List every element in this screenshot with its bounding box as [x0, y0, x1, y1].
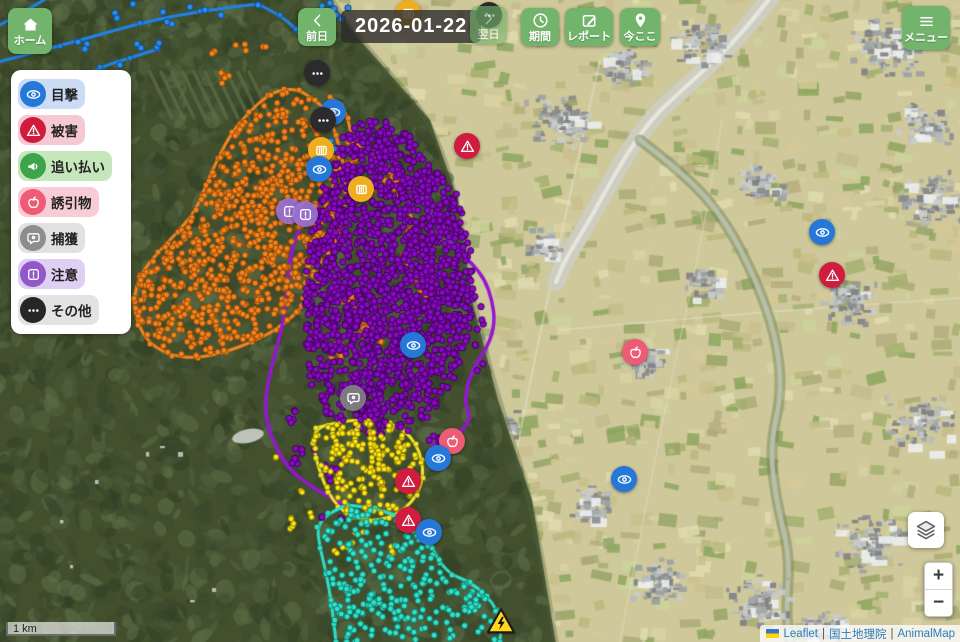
- warning-icon: [824, 267, 841, 284]
- warning-icon: [20, 117, 46, 143]
- marker-sighting[interactable]: [400, 332, 426, 358]
- report-button[interactable]: レポート: [565, 8, 613, 46]
- eye-icon: [20, 81, 46, 107]
- marker-damage[interactable]: [395, 468, 421, 494]
- eye-icon: [421, 524, 438, 541]
- attribution: Leaflet | 国土地理院 | AnimalMap: [760, 625, 960, 642]
- here-now-label: 今ここ: [624, 31, 657, 43]
- marker-electric[interactable]: [486, 606, 516, 636]
- home-label: ホーム: [14, 35, 47, 47]
- apple-icon: [627, 344, 644, 361]
- legend-label-other: その他: [51, 300, 92, 320]
- dots-icon: [20, 297, 46, 323]
- period-label: 期間: [529, 31, 551, 43]
- zoom-in-button[interactable]: +: [925, 563, 952, 590]
- legend-item-caution[interactable]: 注意: [18, 259, 85, 289]
- clock-icon: [531, 11, 550, 30]
- marker-capture[interactable]: [340, 385, 366, 411]
- next-day-button[interactable]: 翌日: [470, 6, 507, 44]
- eye-icon: [430, 450, 447, 467]
- legend-panel: 目撃被害追い払い誘引物捕獲注意その他: [11, 70, 131, 334]
- caution-icon: [20, 261, 46, 287]
- edit-icon: [580, 11, 599, 30]
- chevron-right-icon: [479, 9, 498, 28]
- megaphone-icon: [20, 153, 46, 179]
- warning-icon: [400, 512, 417, 529]
- marker-sighting[interactable]: [809, 219, 835, 245]
- layers-control[interactable]: [908, 512, 944, 548]
- caution-icon: [297, 206, 314, 223]
- cage-icon: [353, 181, 370, 198]
- prev-day-button[interactable]: 前日: [298, 8, 336, 46]
- marker-sighting[interactable]: [306, 156, 332, 182]
- bolt-warning-icon: [486, 606, 516, 636]
- marker-sighting[interactable]: [611, 466, 637, 492]
- map-canvas[interactable]: [0, 0, 960, 642]
- menu-icon: [917, 12, 936, 31]
- legend-item-attract[interactable]: 誘引物: [18, 187, 99, 217]
- marker-damage[interactable]: [454, 133, 480, 159]
- gsi-link[interactable]: 国土地理院: [829, 626, 887, 642]
- menu-button[interactable]: メニュー: [902, 6, 950, 50]
- dots-icon: [309, 65, 326, 82]
- speech-icon: [20, 225, 46, 251]
- menu-label: メニュー: [904, 32, 948, 44]
- marker-sighting[interactable]: [416, 519, 442, 545]
- dots-icon: [315, 112, 332, 129]
- home-button[interactable]: ホーム: [8, 8, 52, 54]
- scale-bar: 1 km: [6, 622, 116, 636]
- legend-label-damage: 被害: [51, 120, 78, 140]
- eye-icon: [405, 337, 422, 354]
- marker-attract[interactable]: [622, 339, 648, 365]
- here-now-button[interactable]: 今ここ: [620, 8, 660, 46]
- marker-caution[interactable]: [292, 201, 318, 227]
- legend-item-damage[interactable]: 被害: [18, 115, 85, 145]
- zoom-control: + −: [924, 562, 953, 617]
- speech-icon: [345, 390, 362, 407]
- legend-item-capture[interactable]: 捕獲: [18, 223, 85, 253]
- legend-label-sighting: 目撃: [51, 84, 78, 104]
- legend-label-capture: 捕獲: [51, 228, 78, 248]
- animalmap-link[interactable]: AnimalMap: [897, 628, 955, 640]
- layers-icon: [914, 518, 938, 542]
- animal-map-app: ホーム 前日 2026-01-22 翌日 期間 レポート 今ここ メニュー 目撃…: [0, 0, 960, 642]
- report-label: レポート: [567, 31, 611, 43]
- next-day-label: 翌日: [478, 29, 500, 41]
- zoom-out-button[interactable]: −: [925, 590, 952, 616]
- legend-label-driveaway: 追い払い: [51, 156, 105, 176]
- attribution-separator: |: [822, 628, 825, 640]
- attribution-separator: |: [890, 628, 893, 640]
- ukraine-flag-icon: [766, 629, 779, 638]
- eye-icon: [616, 471, 633, 488]
- legend-item-sighting[interactable]: 目撃: [18, 79, 85, 109]
- marker-sighting[interactable]: [425, 445, 451, 471]
- legend-item-other[interactable]: その他: [18, 295, 99, 325]
- eye-icon: [814, 224, 831, 241]
- chevron-left-icon: [308, 11, 327, 30]
- legend-item-driveaway[interactable]: 追い払い: [18, 151, 112, 181]
- pin-icon: [631, 11, 650, 30]
- prev-day-label: 前日: [306, 31, 328, 43]
- current-date[interactable]: 2026-01-22: [341, 10, 481, 43]
- marker-trap[interactable]: [348, 176, 374, 202]
- period-button[interactable]: 期間: [521, 8, 559, 46]
- legend-label-caution: 注意: [51, 264, 78, 284]
- eye-icon: [311, 161, 328, 178]
- marker-other[interactable]: [304, 60, 330, 86]
- home-icon: [21, 15, 40, 34]
- marker-damage[interactable]: [819, 262, 845, 288]
- warning-icon: [400, 473, 417, 490]
- leaflet-link[interactable]: Leaflet: [783, 628, 818, 640]
- apple-icon: [20, 189, 46, 215]
- marker-other[interactable]: [310, 107, 336, 133]
- legend-label-attract: 誘引物: [51, 192, 92, 212]
- warning-icon: [459, 138, 476, 155]
